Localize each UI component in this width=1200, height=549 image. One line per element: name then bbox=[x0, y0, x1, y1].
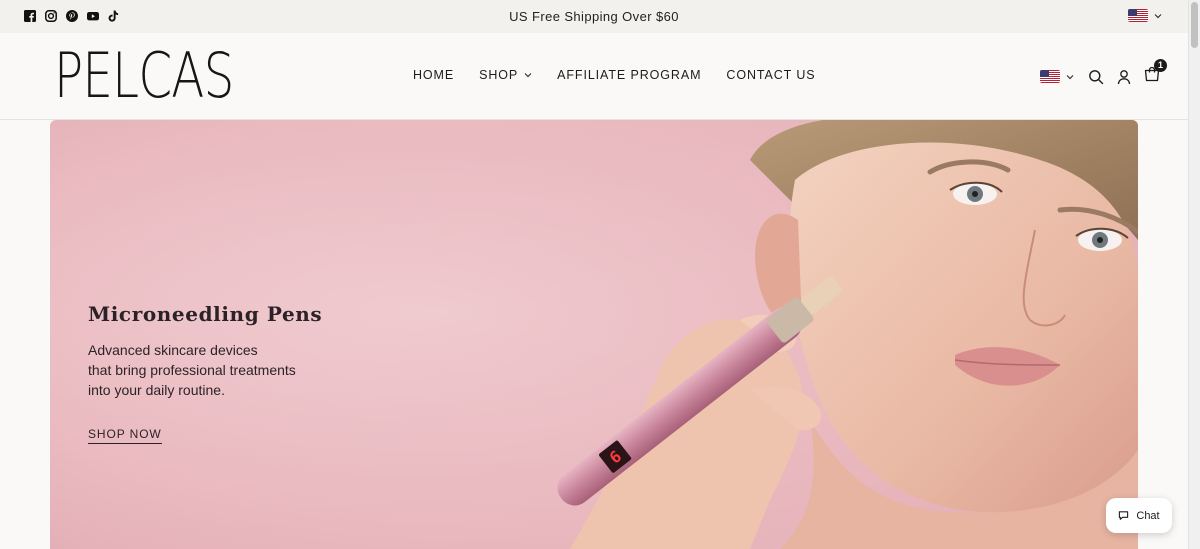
nav-label: HOME bbox=[413, 68, 455, 82]
announcement-bar: US Free Shipping Over $60 bbox=[0, 0, 1188, 33]
site-logo[interactable]: PELCAS bbox=[54, 43, 234, 109]
nav-home[interactable]: HOME bbox=[413, 68, 454, 82]
country-selector[interactable] bbox=[1128, 9, 1162, 22]
us-flag-icon bbox=[1128, 9, 1148, 22]
chevron-down-icon bbox=[1154, 13, 1162, 18]
nav-shop[interactable]: SHOP bbox=[479, 68, 532, 82]
scrollbar-thumb[interactable] bbox=[1191, 2, 1198, 48]
nav-contact-us[interactable]: CONTACT US bbox=[726, 68, 815, 82]
chat-button[interactable]: Chat bbox=[1106, 498, 1172, 533]
chat-label: Chat bbox=[1136, 509, 1160, 522]
hero-title: Microneedling Pens bbox=[88, 302, 323, 326]
account-icon[interactable] bbox=[1116, 69, 1132, 85]
nav-label: SHOP bbox=[479, 68, 519, 82]
hero-subtitle: Advanced skincare devices that bring pro… bbox=[88, 340, 322, 400]
header-country-selector[interactable] bbox=[1040, 70, 1074, 83]
hero-subtitle-line: that bring professional treatments bbox=[88, 362, 296, 378]
search-icon[interactable] bbox=[1088, 69, 1104, 85]
cart-button[interactable]: 1 bbox=[1144, 59, 1167, 87]
nav-label: CONTACT US bbox=[726, 68, 816, 82]
chevron-down-icon bbox=[1066, 74, 1074, 79]
hero-subtitle-line: Advanced skincare devices bbox=[88, 342, 258, 358]
nav-affiliate-program[interactable]: AFFILIATE PROGRAM bbox=[557, 68, 701, 82]
chat-bubble-icon bbox=[1119, 511, 1129, 520]
chevron-down-icon bbox=[524, 73, 532, 78]
page-scrollbar[interactable] bbox=[1188, 0, 1200, 549]
shop-now-link[interactable]: SHOP NOW bbox=[88, 427, 162, 444]
site-header: PELCAS HOME SHOP AFFILIATE PROGRAM CONTA… bbox=[0, 33, 1188, 120]
hero-copy: Microneedling Pens Advanced skincare dev… bbox=[88, 302, 322, 444]
hero-banner: 6 Microneedling Pens Advanced skincare d… bbox=[50, 120, 1138, 549]
header-tools: 1 bbox=[1040, 59, 1167, 87]
cart-count-badge: 1 bbox=[1154, 59, 1167, 72]
announcement-text: US Free Shipping Over $60 bbox=[509, 9, 679, 24]
hero-subtitle-line: into your daily routine. bbox=[88, 382, 225, 398]
nav-label: AFFILIATE PROGRAM bbox=[557, 68, 702, 82]
us-flag-icon bbox=[1040, 70, 1060, 83]
main-nav: HOME SHOP AFFILIATE PROGRAM CONTACT US bbox=[413, 68, 816, 82]
